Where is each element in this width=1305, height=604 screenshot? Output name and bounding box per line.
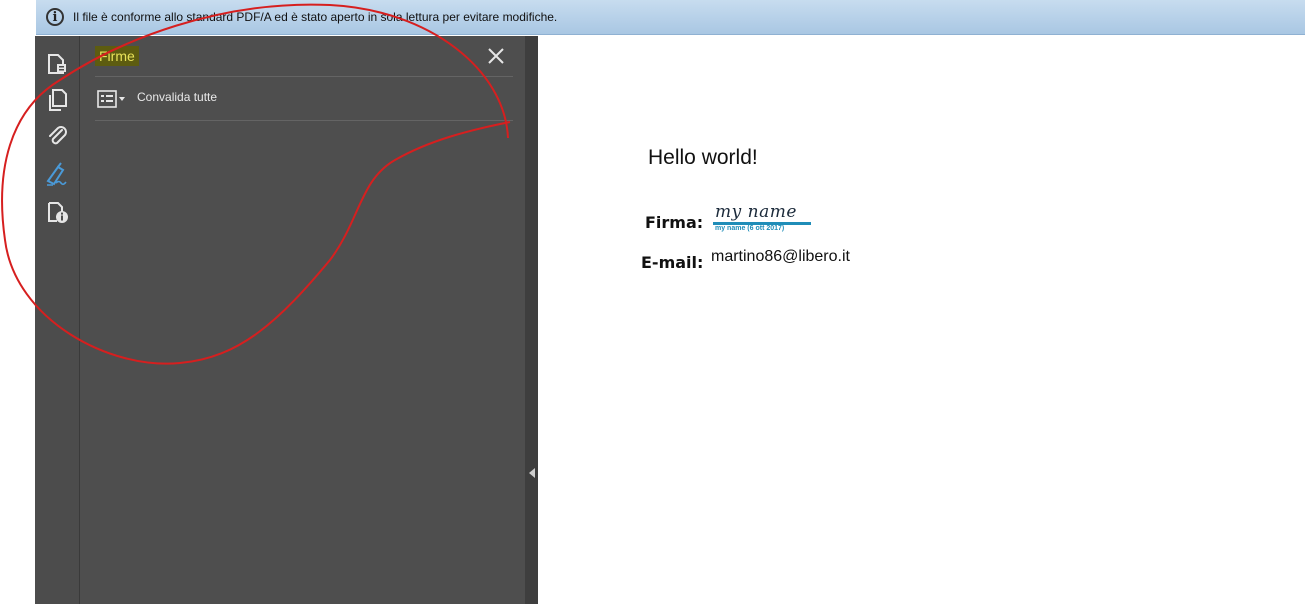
document-properties-icon[interactable] [43, 50, 71, 78]
signature-pen-icon[interactable] [43, 160, 71, 188]
panel-title: Firme [95, 46, 139, 66]
close-icon[interactable] [486, 46, 506, 66]
list-options-button[interactable] [96, 88, 132, 110]
email-value: martino86@libero.it [711, 248, 850, 265]
pages-icon[interactable] [43, 86, 71, 114]
signature-label: Firma: [645, 213, 704, 232]
email-label: E-mail: [641, 253, 704, 272]
attachment-icon[interactable] [43, 122, 71, 150]
document-info-icon[interactable] [43, 198, 71, 226]
validate-all-link[interactable]: Convalida tutte [137, 90, 217, 104]
tool-rail [35, 36, 80, 604]
signatures-panel: Firme Convalida tutte [80, 36, 525, 604]
list-options-icon [97, 90, 125, 108]
infobar-message: Il file è conforme allo standard PDF/A e… [73, 10, 558, 24]
panel-divider [95, 120, 513, 121]
document-heading: Hello world! [648, 146, 758, 169]
readonly-infobar: i Il file è conforme allo standard PDF/A… [36, 0, 1305, 35]
panel-splitter[interactable] [525, 36, 538, 604]
pdf-page: Hello world! Firma: my name my name (6 o… [538, 36, 1305, 604]
signature-caption: my name (6 ott 2017) [715, 225, 785, 232]
signature-field[interactable]: my name [715, 202, 797, 222]
info-icon: i [46, 8, 64, 26]
collapse-arrow-icon[interactable] [529, 468, 535, 478]
panel-divider [95, 76, 513, 77]
